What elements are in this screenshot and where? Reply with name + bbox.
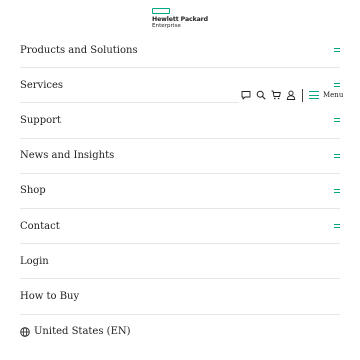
nav-item-label: Products and Solutions [20, 44, 138, 56]
expand-icon[interactable] [334, 47, 340, 53]
nav-item-label: Support [20, 114, 61, 126]
expand-icon[interactable] [334, 223, 340, 229]
globe-icon [20, 326, 30, 337]
nav-item-label: How to Buy [20, 290, 80, 302]
nav-item-products-and-solutions[interactable]: Products and Solutions [20, 33, 340, 69]
toolbar-divider [302, 88, 303, 102]
header-toolbar: Menu [239, 87, 344, 103]
nav-item-contact[interactable]: Contact [20, 209, 340, 245]
nav-item-label: Services [20, 79, 64, 91]
cart-icon[interactable] [271, 90, 281, 100]
nav-item-label: Contact [20, 220, 60, 232]
nav-item-support[interactable]: Support [20, 103, 340, 139]
nav-item-news-and-insights[interactable]: News and Insights [20, 139, 340, 174]
expand-icon[interactable] [334, 153, 340, 159]
hamburger-icon [309, 91, 319, 99]
locale-label: United States (EN) [34, 326, 131, 338]
expand-icon[interactable] [334, 188, 340, 194]
nav-item-label: News and Insights [20, 150, 115, 162]
nav-item-label: Login [20, 255, 49, 267]
logo-mark [152, 8, 170, 14]
nav-item-login[interactable]: Login [20, 244, 340, 280]
nav-item-how-to-buy[interactable]: How to Buy [20, 279, 340, 315]
menu-label: Menu [323, 91, 344, 99]
user-icon[interactable] [286, 90, 296, 100]
chat-icon[interactable] [241, 90, 251, 100]
hpe-logo[interactable]: Hewlett Packard Enterprise [152, 8, 212, 30]
menu-button[interactable]: Menu [309, 91, 343, 99]
nav-item-shop[interactable]: Shop [20, 174, 340, 209]
mobile-nav-menu: Products and Solutions Services Support … [20, 33, 340, 349]
logo-text-line1: Hewlett Packard [152, 16, 208, 23]
nav-item-label: Shop [20, 185, 46, 197]
expand-icon[interactable] [334, 117, 340, 123]
logo-text-line2: Enterprise [152, 23, 181, 29]
search-icon[interactable] [256, 90, 266, 100]
nav-item-locale[interactable]: United States (EN) [20, 315, 340, 349]
